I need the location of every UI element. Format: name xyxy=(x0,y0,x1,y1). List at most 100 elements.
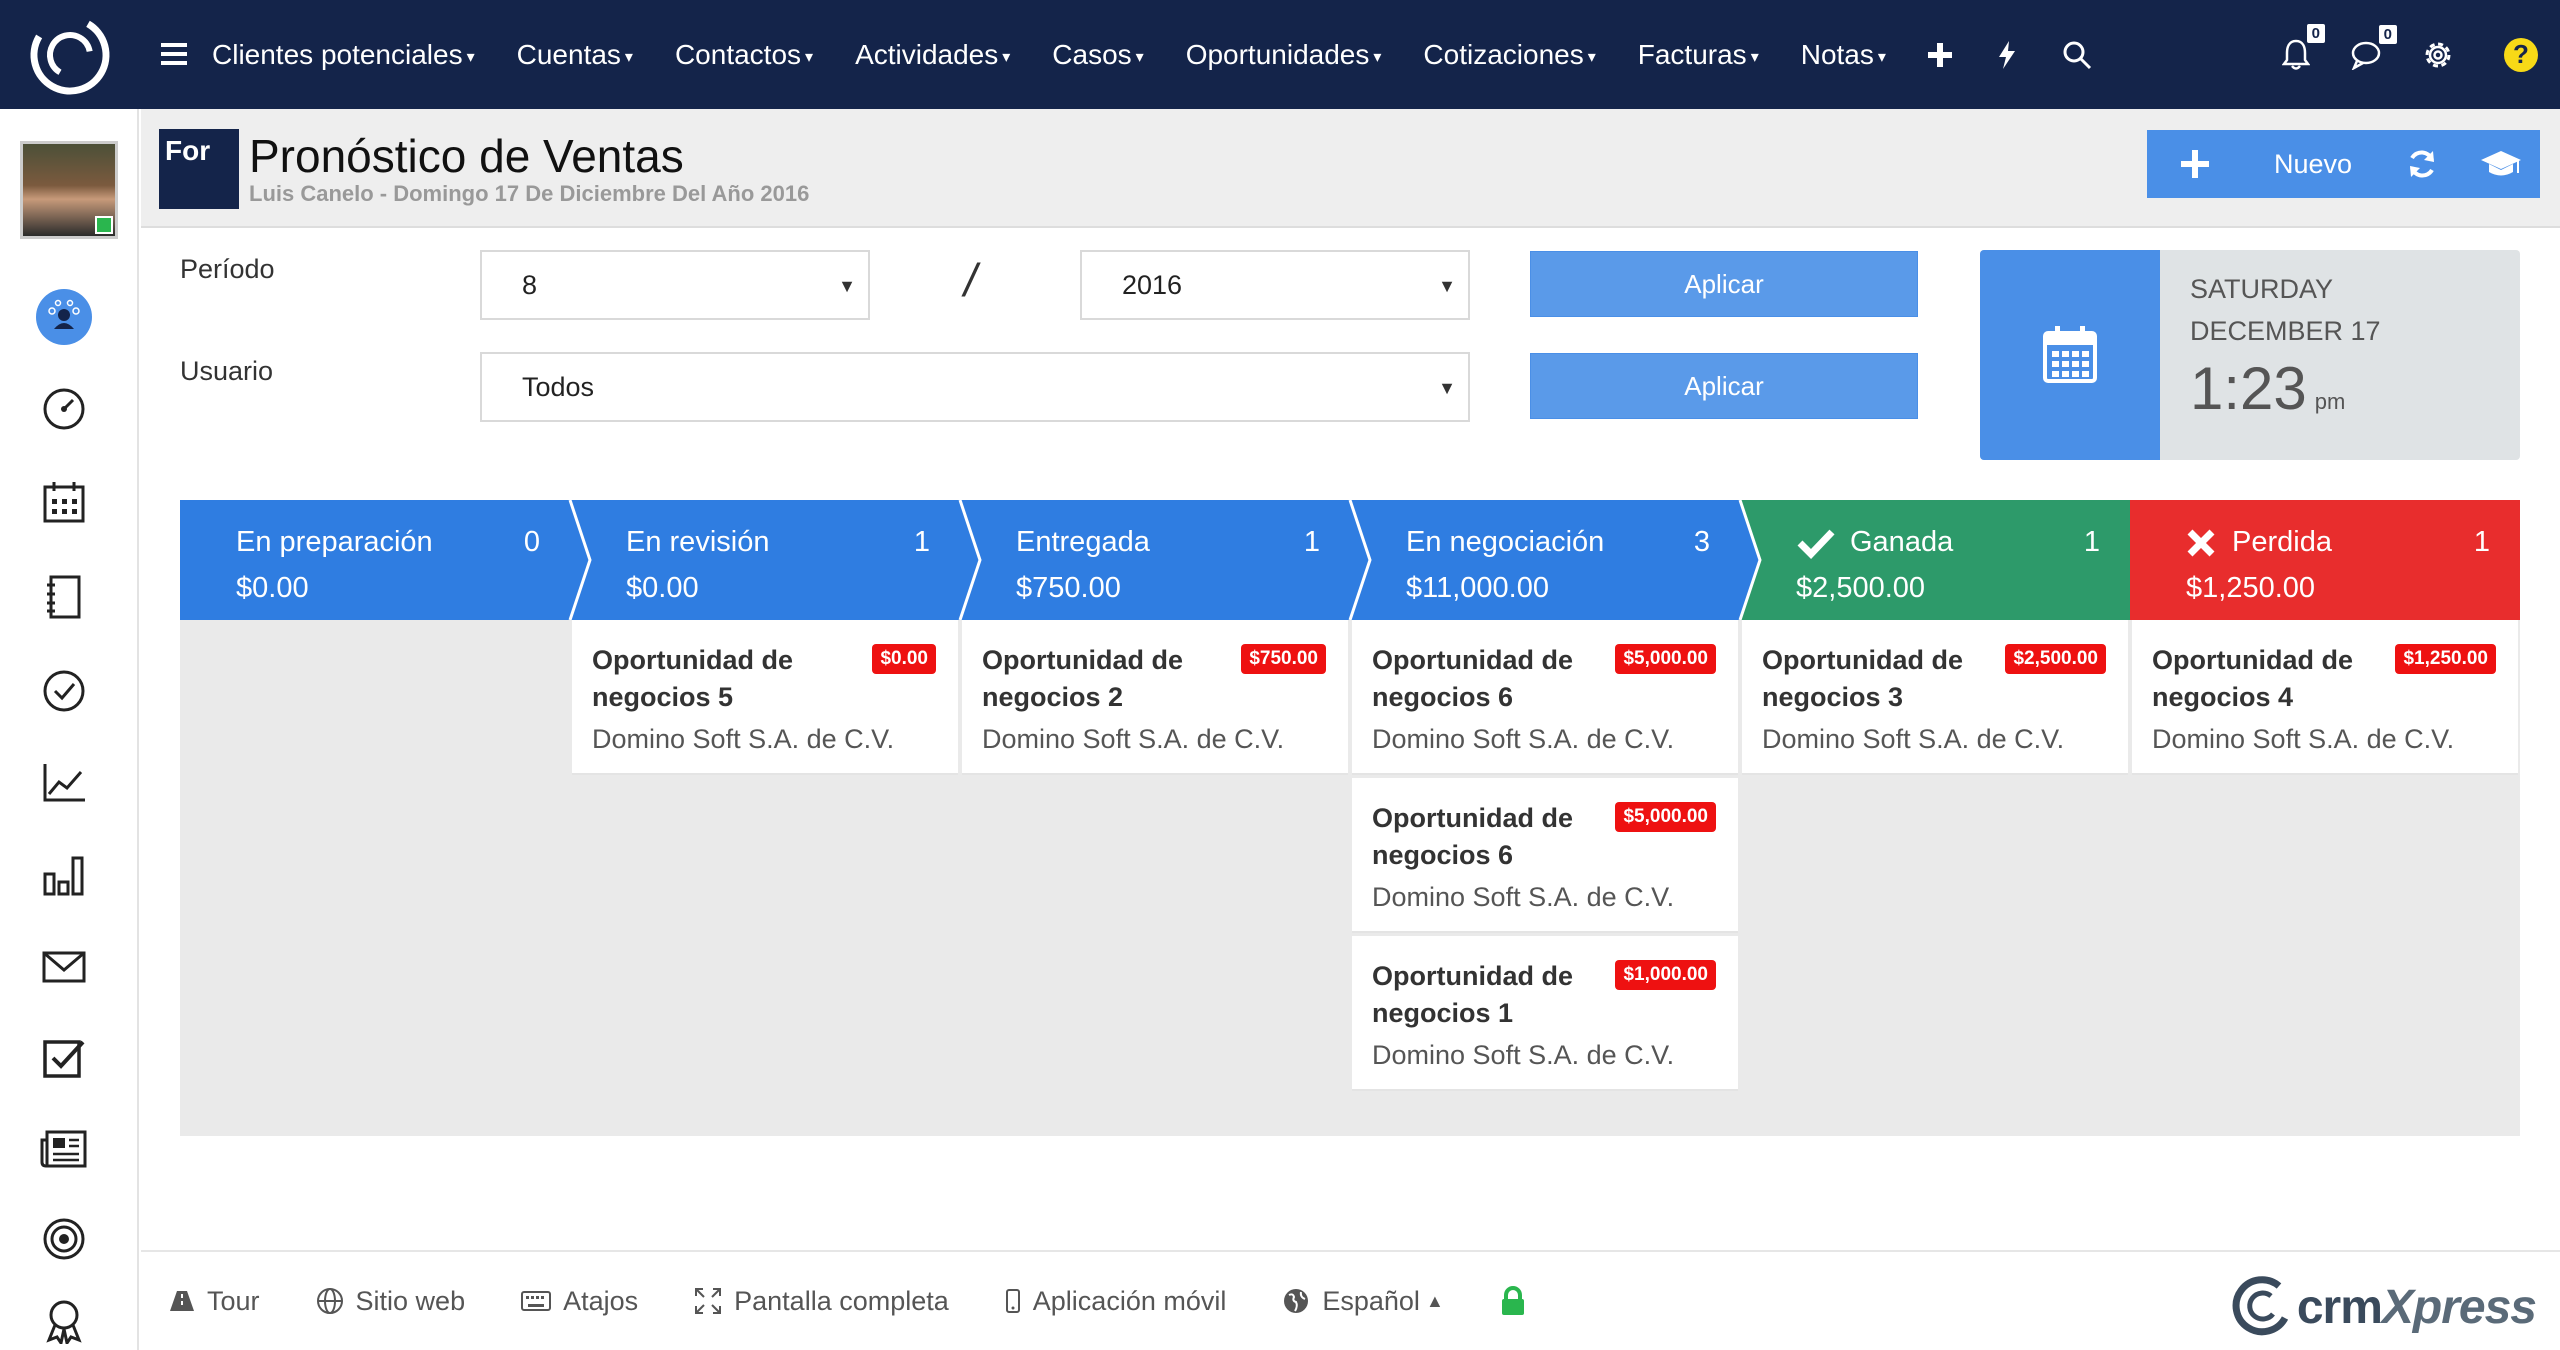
stage-entregada[interactable]: Entregada 1 $750.00 xyxy=(960,500,1350,620)
user-select[interactable]: Todos ▼ xyxy=(480,352,1470,422)
opportunity-title[interactable]: Oportunidad de negocios 6 xyxy=(1372,800,1622,874)
footer-fullscreen-link[interactable]: Pantalla completa xyxy=(694,1286,949,1317)
new-button[interactable]: Nuevo xyxy=(2243,130,2383,198)
tour-road-icon xyxy=(170,1291,194,1311)
opportunity-title[interactable]: Oportunidad de negocios 1 xyxy=(1372,958,1622,1032)
notifications-count-badge: 0 xyxy=(2305,22,2326,44)
brand-prefix: crm xyxy=(2296,1280,2383,1334)
sidebar-newspaper-icon[interactable] xyxy=(36,1121,92,1177)
sidebar-envelope-icon[interactable] xyxy=(36,939,92,995)
footer-shortcuts-label: Atajos xyxy=(563,1285,639,1316)
opportunity-card[interactable]: Oportunidad de negocios 5 $0.00 Domino S… xyxy=(572,620,958,775)
sidebar-dashboard-network-icon[interactable] xyxy=(36,289,92,345)
opportunity-card[interactable]: Oportunidad de negocios 3 $2,500.00 Domi… xyxy=(1742,620,2128,775)
sidebar-calendar-icon[interactable] xyxy=(36,475,92,531)
footer-mobile-app-link[interactable]: Aplicación móvil xyxy=(1005,1286,1226,1317)
nav-actividades[interactable]: Actividades ▾ xyxy=(855,39,1010,71)
nav-cuentas[interactable]: Cuentas ▾ xyxy=(517,39,633,71)
stage-count: 1 xyxy=(913,526,930,558)
footer-language-selector[interactable]: Español ▲ xyxy=(1282,1286,1444,1317)
opportunity-title[interactable]: Oportunidad de negocios 2 xyxy=(982,642,1232,716)
nav-facturas[interactable]: Facturas ▾ xyxy=(1638,39,1759,71)
globe-icon xyxy=(316,1288,343,1314)
add-plus-icon[interactable] xyxy=(2147,130,2243,198)
opportunity-title[interactable]: Oportunidad de negocios 6 xyxy=(1372,642,1622,716)
sidebar-bar-chart-icon[interactable] xyxy=(36,847,92,903)
opportunity-company: Domino Soft S.A. de C.V. xyxy=(592,724,895,754)
help-question-icon[interactable]: ? xyxy=(2504,37,2538,72)
period-separator: / xyxy=(964,254,977,306)
menu-toggle-icon[interactable] xyxy=(144,35,204,74)
checkmark-icon xyxy=(1797,529,1835,559)
opportunity-card[interactable]: Oportunidad de negocios 6 $5,000.00 Domi… xyxy=(1352,778,1738,933)
caret-down-icon: ▾ xyxy=(624,48,633,66)
date-month-day: DECEMBER 17 xyxy=(2190,316,2381,346)
refresh-icon[interactable] xyxy=(2383,130,2461,198)
stage-name-row: Perdida xyxy=(2186,526,2332,559)
sidebar-line-chart-icon[interactable] xyxy=(36,755,92,811)
sidebar-checkbox-icon[interactable] xyxy=(36,1031,92,1087)
notifications-bell-icon[interactable]: 0 xyxy=(2282,22,2326,71)
sidebar-target-icon[interactable] xyxy=(36,1211,92,1267)
opportunity-company: Domino Soft S.A. de C.V. xyxy=(1372,724,1675,754)
apply-period-button[interactable]: Aplicar xyxy=(1530,251,1918,317)
opportunity-card[interactable]: Oportunidad de negocios 1 $1,000.00 Domi… xyxy=(1352,936,1738,1091)
top-navbar: Clientes potenciales ▾ Cuentas ▾ Contactos… xyxy=(0,0,2560,109)
messages-chat-icon[interactable]: 0 xyxy=(2350,23,2398,70)
lightning-bolt-icon[interactable] xyxy=(1998,40,2016,69)
nav-casos[interactable]: Casos ▾ xyxy=(1052,39,1143,71)
stage-en-preparacion[interactable]: En preparación 0 $0.00 xyxy=(180,500,570,620)
opportunity-card[interactable]: Oportunidad de negocios 6 $5,000.00 Domi… xyxy=(1352,620,1738,775)
opportunity-title[interactable]: Oportunidad de negocios 3 xyxy=(1762,642,2012,716)
nav-notas[interactable]: Notas ▾ xyxy=(1801,39,1886,71)
stage-en-negociacion[interactable]: En negociación 3 $11,000.00 xyxy=(1350,500,1740,620)
settings-gear-icon[interactable] xyxy=(2422,39,2454,71)
stage-count: 1 xyxy=(1303,526,1320,558)
nav-clientes-potenciales[interactable]: Clientes potenciales ▾ xyxy=(212,39,475,71)
footer-fullscreen-label: Pantalla completa xyxy=(734,1285,949,1316)
caret-down-icon: ▾ xyxy=(805,48,814,66)
world-globe-icon xyxy=(1284,1289,1309,1313)
nav-contactos[interactable]: Contactos ▾ xyxy=(675,39,813,71)
footer-tour-link[interactable]: Tour xyxy=(169,1286,260,1317)
tutorial-graduation-cap-icon[interactable] xyxy=(2461,130,2540,198)
stage-perdida[interactable]: Perdida 1 $1,250.00 xyxy=(2130,500,2520,620)
stage-name: En preparación xyxy=(236,526,433,558)
nav-label: Cuentas xyxy=(516,38,621,70)
stage-amount: $750.00 xyxy=(1016,572,1121,604)
nav-cotizaciones[interactable]: Cotizaciones ▾ xyxy=(1423,39,1595,71)
footer-shortcuts-link[interactable]: Atajos xyxy=(521,1286,638,1317)
brand-suffix: Xpress xyxy=(2381,1280,2537,1334)
stage-name: Perdida xyxy=(2232,526,2332,558)
brand-name: crmXpress xyxy=(2296,1280,2537,1335)
footer-website-link[interactable]: Sitio web xyxy=(316,1286,465,1317)
stage-amount: $1,250.00 xyxy=(2186,572,2316,604)
nav-label: Clientes potenciales xyxy=(212,38,463,70)
sidebar-award-icon[interactable] xyxy=(36,1293,92,1349)
search-icon[interactable] xyxy=(2062,40,2092,70)
app-logo-icon[interactable] xyxy=(0,0,140,109)
caret-down-icon: ▼ xyxy=(1438,378,1456,398)
nav-label: Contactos xyxy=(674,38,802,70)
stage-en-revision[interactable]: En revisión 1 $0.00 xyxy=(570,500,960,620)
nav-oportunidades[interactable]: Oportunidades ▾ xyxy=(1186,39,1382,71)
date-widget: SATURDAY DECEMBER 17 1:23 pm xyxy=(1980,250,2520,460)
opportunity-card[interactable]: Oportunidad de negocios 4 $1,250.00 Domi… xyxy=(2132,620,2518,775)
brand-swirl-icon xyxy=(2232,1276,2288,1336)
sidebar-gauge-icon[interactable] xyxy=(36,381,92,437)
nav-label: Actividades xyxy=(855,38,999,70)
stage-amount: $0.00 xyxy=(626,572,699,604)
opportunity-title[interactable]: Oportunidad de negocios 5 xyxy=(592,642,842,716)
period-month-select[interactable]: 8 ▼ xyxy=(480,250,870,320)
stage-ganada[interactable]: Ganada 1 $2,500.00 xyxy=(1740,500,2130,620)
opportunity-card[interactable]: Oportunidad de negocios 2 $750.00 Domino… xyxy=(962,620,1348,775)
apply-user-button[interactable]: Aplicar xyxy=(1530,353,1918,419)
footer-security-lock-icon[interactable] xyxy=(1500,1286,1538,1316)
sidebar-notebook-icon[interactable] xyxy=(36,569,92,625)
opportunity-amount-badge: $1,000.00 xyxy=(1615,960,1716,990)
period-year-select[interactable]: 2016 ▼ xyxy=(1080,250,1470,320)
user-avatar[interactable] xyxy=(20,141,118,239)
sidebar-check-circle-icon[interactable] xyxy=(36,663,92,719)
opportunity-title[interactable]: Oportunidad de negocios 4 xyxy=(2152,642,2402,716)
quick-create-plus-icon[interactable] xyxy=(1927,42,1952,67)
